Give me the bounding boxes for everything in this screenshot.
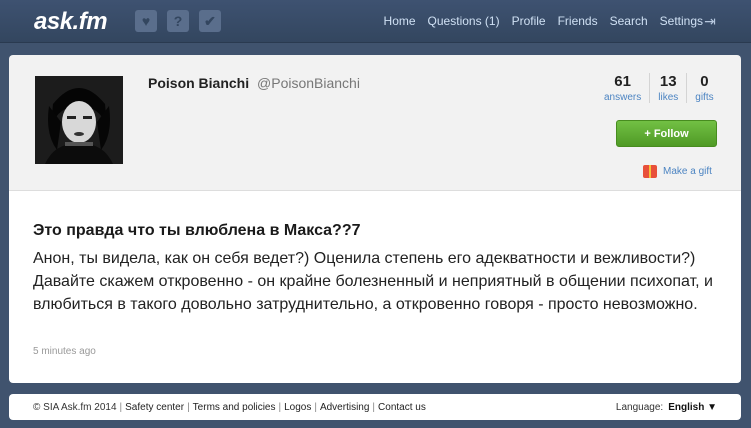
main-nav: Home Questions (1) Profile Friends Searc… — [384, 14, 703, 28]
heart-icon[interactable]: ♥ — [135, 10, 157, 32]
language-value: English ▼ — [668, 401, 717, 413]
footer-link-advertising[interactable]: Advertising — [320, 402, 369, 413]
answer-text: Анон, ты видела, как он себя ведет?) Оце… — [33, 250, 713, 313]
profile-handle: @PoisonBianchi — [257, 75, 360, 91]
gift-icon — [643, 165, 657, 178]
nav-profile[interactable]: Profile — [512, 14, 546, 28]
question-text: Это правда что ты влюблена в Макса??7 — [33, 222, 361, 239]
nav-search[interactable]: Search — [610, 14, 648, 28]
logout-icon[interactable]: ⇥ — [702, 13, 718, 29]
nav-questions[interactable]: Questions (1) — [428, 14, 500, 28]
profile-name-line: Poison Bianchi @PoisonBianchi — [148, 75, 360, 91]
check-icon[interactable]: ✔ — [199, 10, 221, 32]
footer-link-terms[interactable]: Terms and policies — [193, 402, 276, 413]
stat-gifts[interactable]: 0 gifts — [686, 73, 721, 103]
footer-link-safety[interactable]: Safety center — [125, 402, 184, 413]
stat-likes[interactable]: 13 likes — [649, 73, 686, 103]
profile-card: Poison Bianchi @PoisonBianchi 61 answers… — [9, 55, 741, 191]
answers-label: answers — [604, 92, 642, 103]
gifts-count: 0 — [700, 73, 709, 90]
follow-button[interactable]: + Follow — [616, 120, 717, 147]
footer: © SIA Ask.fm 2014 | Safety center | Term… — [9, 394, 741, 420]
language-selector[interactable]: Language: English ▼ — [616, 402, 717, 413]
footer-links: © SIA Ask.fm 2014 | Safety center | Term… — [33, 401, 426, 413]
avatar[interactable] — [35, 76, 123, 164]
make-gift-label: Make a gift — [663, 166, 712, 177]
make-gift-link[interactable]: Make a gift — [643, 165, 712, 178]
nav-settings[interactable]: Settings — [660, 14, 703, 28]
nav-friends[interactable]: Friends — [558, 14, 598, 28]
gifts-label: gifts — [695, 92, 714, 103]
answer-timestamp[interactable]: 5 minutes ago — [33, 346, 96, 357]
stat-answers[interactable]: 61 answers — [596, 73, 649, 103]
nav-home[interactable]: Home — [384, 14, 416, 28]
language-label: Language: — [615, 401, 664, 413]
ask-fm-logo[interactable]: ask.fm — [34, 8, 108, 36]
profile-stats: 61 answers 13 likes 0 gifts — [596, 73, 722, 103]
likes-count: 13 — [659, 73, 677, 90]
copyright: © SIA Ask.fm 2014 — [33, 401, 117, 413]
likes-label: likes — [658, 92, 679, 103]
answers-count: 61 — [614, 73, 631, 90]
footer-link-logos[interactable]: Logos — [284, 402, 311, 413]
footer-link-contact[interactable]: Contact us — [378, 402, 426, 413]
top-navbar: ask.fm ♥ ? ✔ Home Questions (1) Profile … — [0, 0, 751, 43]
question-icon[interactable]: ? — [167, 10, 189, 32]
profile-name[interactable]: Poison Bianchi — [148, 75, 249, 91]
question-card: Это правда что ты влюблена в Макса??7 Ан… — [9, 191, 741, 383]
